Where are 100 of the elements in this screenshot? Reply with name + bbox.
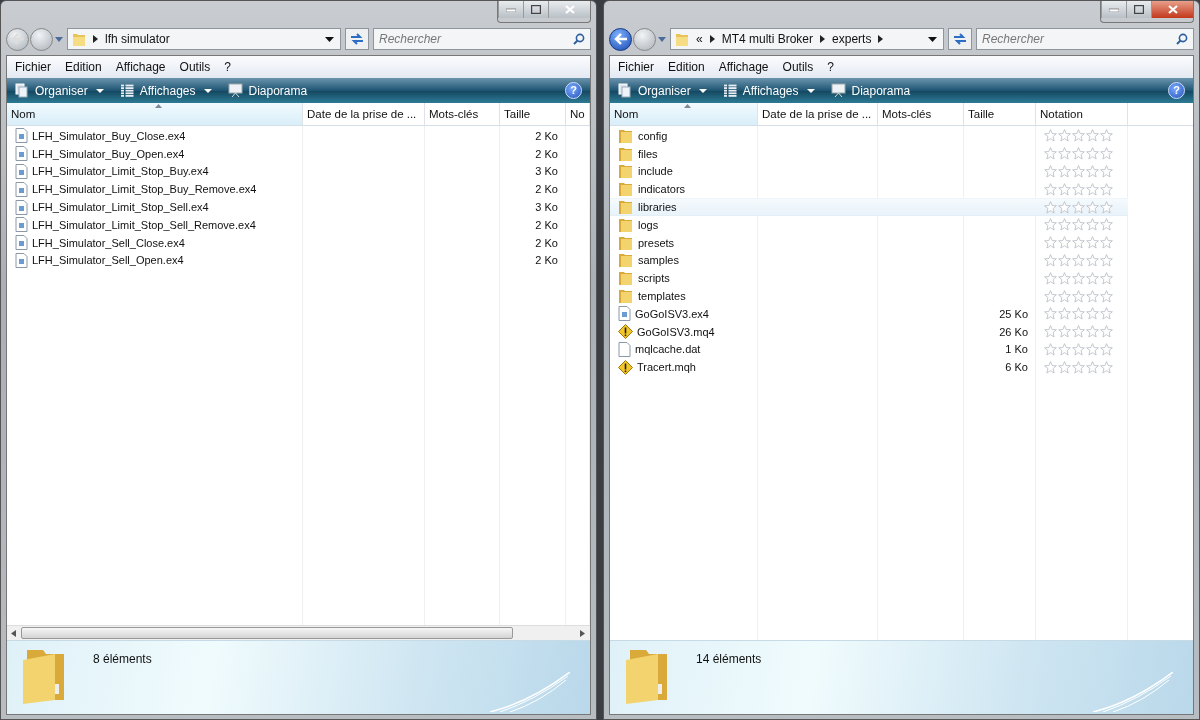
menu-item[interactable]: Affichage [115, 60, 166, 74]
rating-stars[interactable] [1044, 147, 1113, 161]
search-icon[interactable] [1176, 33, 1188, 45]
menu-item[interactable]: Fichier [15, 60, 51, 74]
file-row[interactable]: files [610, 144, 1128, 163]
menu-item[interactable]: Edition [65, 60, 102, 74]
file-row[interactable]: include [610, 162, 1128, 181]
toolbar-button[interactable]: Diaporama [828, 83, 913, 98]
column-header[interactable]: Nom [610, 103, 758, 125]
folder-icon [618, 271, 634, 286]
refresh-button[interactable] [948, 28, 972, 50]
rating-stars[interactable] [1044, 325, 1113, 339]
rating-stars[interactable] [1044, 360, 1113, 374]
rating-stars[interactable] [1044, 271, 1113, 285]
file-row[interactable]: LFH_Simulator_Limit_Stop_Sell.ex4 3 Ko [7, 198, 566, 216]
rating-stars[interactable] [1044, 200, 1113, 214]
file-row[interactable]: indicators [610, 180, 1128, 199]
rating-stars[interactable] [1044, 342, 1113, 356]
chevron-icon[interactable] [93, 35, 98, 43]
search-field[interactable]: Rechercher [373, 28, 591, 50]
file-row[interactable]: samples [610, 251, 1128, 270]
rating-stars[interactable] [1044, 129, 1113, 143]
chevron-icon[interactable] [709, 35, 715, 43]
breadcrumb[interactable]: lfh simulator [105, 32, 170, 46]
file-row[interactable]: scripts [610, 269, 1128, 288]
search-icon[interactable] [573, 33, 585, 45]
file-row[interactable]: LFH_Simulator_Limit_Stop_Buy.ex4 3 Ko [7, 162, 566, 181]
address-bar[interactable]: « MT4 multi Broker experts [670, 28, 944, 50]
chevron-icon[interactable] [820, 35, 826, 43]
column-header[interactable]: Mots-clés [425, 103, 500, 125]
menu-item[interactable]: Affichage [718, 60, 769, 74]
file-row[interactable]: config [610, 127, 1128, 145]
file-row[interactable]: LFH_Simulator_Limit_Stop_Buy_Remove.ex4 2 Ko [7, 180, 566, 199]
menu-item[interactable]: Outils [179, 60, 211, 74]
column-header[interactable]: Mots-clés [878, 103, 964, 125]
minimize-icon [1109, 7, 1119, 12]
file-row[interactable]: templates [610, 287, 1128, 305]
file-row[interactable]: GoGoISV3.mq4 26 Ko [610, 322, 1128, 341]
address-bar[interactable]: lfh simulator [67, 28, 341, 50]
scroll-left-icon[interactable] [11, 629, 17, 637]
back-button[interactable] [609, 27, 632, 51]
file-name: logs [638, 218, 659, 231]
file-row[interactable]: mqlcache.dat 1 Ko [610, 340, 1128, 359]
menu-item[interactable]: ? [224, 60, 231, 74]
menu-item[interactable]: Outils [782, 60, 814, 74]
file-row[interactable]: LFH_Simulator_Buy_Close.ex4 2 Ko [7, 127, 566, 145]
file-row[interactable]: LFH_Simulator_Sell_Open.ex4 2 Ko [7, 251, 566, 270]
column-header[interactable]: Taille [500, 103, 566, 125]
refresh-button[interactable] [345, 28, 369, 50]
toolbar-button[interactable]: Organiser [616, 83, 709, 98]
maximize-button[interactable] [1126, 1, 1151, 18]
toolbar-button[interactable]: Affichages [720, 83, 817, 98]
chevron-icon[interactable] [878, 35, 884, 43]
file-row[interactable]: GoGoISV3.ex4 25 Ko [610, 304, 1128, 323]
dropdown-arrow-icon[interactable] [928, 36, 937, 42]
toolbar-button[interactable]: Diaporama [225, 83, 310, 98]
folder-icon [618, 253, 634, 268]
file-size: 26 Ko [999, 325, 1028, 338]
file-row[interactable]: LFH_Simulator_Buy_Open.ex4 2 Ko [7, 144, 566, 163]
breadcrumb[interactable]: experts [832, 32, 872, 46]
column-header[interactable]: Date de la prise de ... [303, 103, 425, 125]
rating-stars[interactable] [1044, 253, 1113, 267]
file-size: 25 Ko [999, 307, 1028, 320]
dropdown-arrow-icon[interactable] [325, 36, 334, 42]
column-header[interactable]: Taille [964, 103, 1036, 125]
column-header[interactable]: Nom [7, 103, 303, 125]
rating-stars[interactable] [1044, 307, 1113, 321]
file-name: presets [638, 236, 675, 249]
file-row[interactable]: presets [610, 233, 1128, 252]
close-button[interactable] [1151, 1, 1193, 18]
scroll-thumb[interactable] [21, 627, 513, 639]
toolbar-button[interactable]: Affichages [117, 83, 214, 98]
file-row[interactable]: libraries [610, 198, 1128, 216]
rating-stars[interactable] [1044, 236, 1113, 250]
toolbar-button[interactable]: Organiser [13, 83, 106, 98]
file-name: scripts [638, 272, 670, 285]
file-name: Tracert.mqh [637, 361, 696, 374]
file-row[interactable]: LFH_Simulator_Limit_Stop_Sell_Remove.ex4 2 Ko [7, 216, 566, 234]
file-row[interactable]: logs [610, 216, 1128, 234]
file-row[interactable]: Tracert.mqh 6 Ko [610, 358, 1128, 377]
search-field[interactable]: Rechercher [976, 28, 1194, 50]
breadcrumb[interactable]: MT4 multi Broker [721, 32, 814, 46]
pages-icon [15, 83, 29, 98]
column-header[interactable]: No [566, 103, 590, 125]
column-header[interactable]: Date de la prise de ... [758, 103, 878, 125]
maximize-button[interactable] [523, 1, 548, 18]
rating-stars[interactable] [1044, 289, 1113, 303]
rating-stars[interactable] [1044, 165, 1113, 178]
menu-item[interactable]: ? [827, 60, 834, 74]
forward-button[interactable] [30, 27, 53, 51]
menu-item[interactable]: Edition [668, 60, 705, 74]
column-header[interactable]: Notation [1036, 103, 1128, 125]
overflow-chevron[interactable]: « [696, 32, 703, 46]
menu-item[interactable]: Fichier [618, 60, 654, 74]
rating-stars[interactable] [1044, 182, 1113, 196]
rating-stars[interactable] [1044, 218, 1113, 232]
file-name: LFH_Simulator_Limit_Stop_Buy_Remove.ex4 [32, 183, 257, 196]
scroll-right-icon[interactable] [580, 629, 586, 637]
horizontal-scrollbar[interactable] [7, 625, 590, 640]
file-row[interactable]: LFH_Simulator_Sell_Close.ex4 2 Ko [7, 233, 566, 252]
